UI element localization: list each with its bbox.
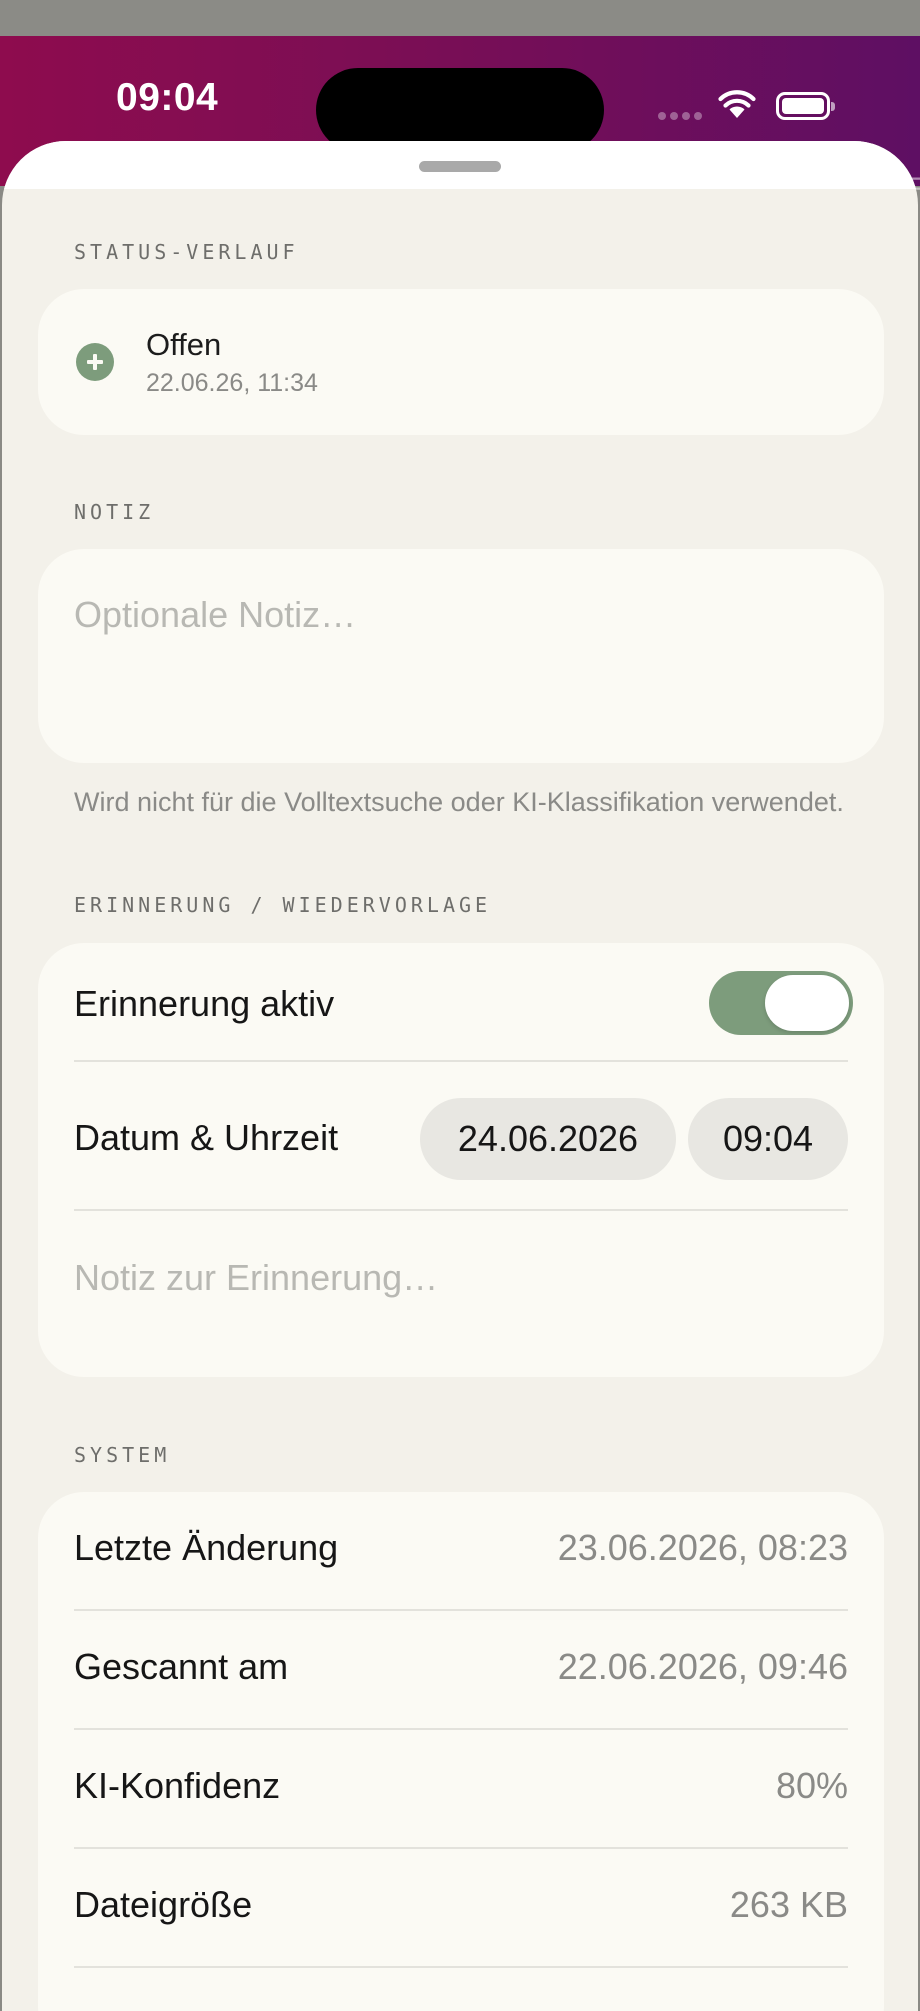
divider (74, 1209, 848, 1211)
divider (74, 1728, 848, 1730)
status-history-card: Offen 22.06.26, 11:34 (38, 289, 884, 435)
reminder-note-input[interactable] (74, 1248, 844, 1308)
system-row-value: 23.06.2026, 08:23 (557, 1527, 848, 1568)
note-input[interactable] (74, 585, 844, 645)
status-time: 09:04 (116, 76, 219, 119)
section-label-system: SYSTEM (74, 1443, 171, 1467)
datetime-label: Datum & Uhrzeit (74, 1117, 339, 1158)
system-row-label: Dateigröße (74, 1884, 253, 1925)
detail-sheet: STATUS-VERLAUF Offen 22.06.26, 11:34 NOT… (2, 141, 918, 2011)
time-picker-button[interactable]: 09:04 (688, 1098, 848, 1180)
note-card (38, 549, 884, 763)
section-label-reminder: ERINNERUNG / WIEDERVORLAGE (74, 893, 492, 917)
system-row-label: KI-Konfidenz (74, 1765, 281, 1806)
date-picker-button[interactable]: 24.06.2026 (420, 1098, 676, 1180)
cellular-signal-icon (658, 112, 702, 120)
sheet-header (2, 141, 918, 189)
system-card: Letzte Änderung 23.06.2026, 08:23 Gescan… (38, 1492, 884, 2011)
system-row-value: 80% (775, 1765, 848, 1806)
sheet-grabber[interactable] (419, 161, 501, 172)
divider (74, 1060, 848, 1062)
toggle-knob (765, 975, 849, 1031)
wifi-icon (718, 90, 756, 118)
divider (74, 1847, 848, 1849)
status-entry-date: 22.06.26, 11:34 (146, 369, 318, 397)
divider (74, 1609, 848, 1611)
system-row-value: 263 KB (729, 1884, 848, 1925)
reminder-card: Erinnerung aktiv Datum & Uhrzeit 24.06.2… (38, 943, 884, 1377)
system-row-label: Gescannt am (74, 1646, 289, 1687)
system-row-label: Letzte Änderung (74, 1527, 339, 1568)
section-label-status-history: STATUS-VERLAUF (74, 240, 299, 264)
plus-circle-icon (76, 343, 114, 381)
note-hint: Wird nicht für die Volltextsuche oder KI… (74, 787, 844, 817)
reminder-active-toggle[interactable] (709, 971, 853, 1035)
dynamic-island (316, 68, 604, 152)
section-label-note: NOTIZ (74, 500, 155, 524)
reminder-active-label: Erinnerung aktiv (74, 983, 335, 1024)
system-row-value: 22.06.2026, 09:46 (557, 1646, 848, 1687)
divider (74, 1966, 848, 1968)
battery-icon (776, 92, 835, 120)
top-strip (0, 0, 920, 36)
status-entry-title: Offen (146, 327, 222, 362)
